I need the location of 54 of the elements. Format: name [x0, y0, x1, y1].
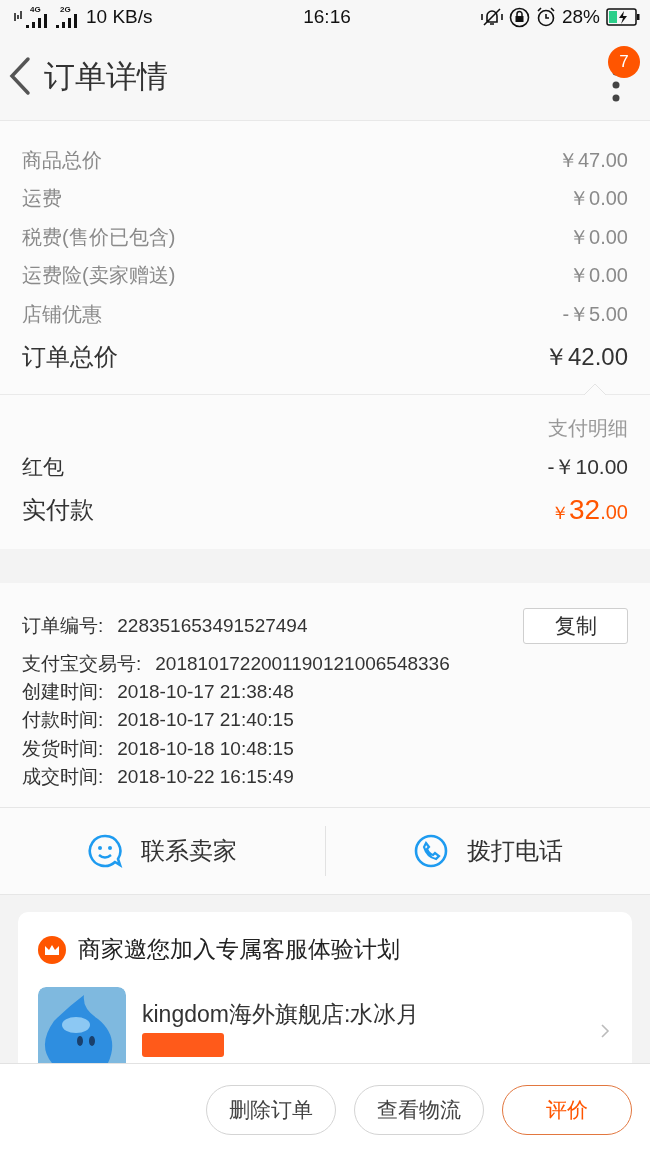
price-label: 税费(售价已包含) [22, 224, 176, 250]
network-label: 2G [60, 6, 71, 14]
price-label: 店铺优惠 [22, 301, 102, 327]
price-value: ￥42.00 [543, 341, 628, 372]
info-label: 发货时间: [22, 736, 104, 761]
battery-percent: 28% [562, 6, 600, 28]
info-label: 支付宝交易号: [22, 651, 142, 676]
paid-decimals: .00 [600, 500, 628, 524]
crown-icon [38, 935, 66, 964]
card-title: 商家邀您加入专属客服体验计划 [78, 935, 400, 965]
price-value: ￥0.00 [569, 186, 628, 212]
volte-icon [14, 11, 22, 23]
price-value: ￥0.00 [569, 224, 628, 250]
contact-button[interactable]: 联系卖家 [0, 808, 325, 895]
network-label: 4G [30, 6, 41, 14]
price-label: 订单总价 [22, 341, 118, 372]
clock: 16:16 [303, 6, 351, 27]
rotation-lock-icon [509, 6, 530, 28]
notification-badge: 7 [608, 46, 640, 78]
info-value: 228351653491527494 [117, 614, 309, 637]
copy-button[interactable]: 复制 [523, 607, 628, 644]
section-label: 支付明细 [548, 416, 628, 439]
info-label: 创建时间: [22, 680, 104, 705]
price-label: 运费险(卖家赠送) [22, 263, 176, 289]
currency-symbol: ￥ [551, 501, 570, 525]
info-value: 2018101722001190121006548336 [155, 652, 451, 675]
info-value: 2018-10-18 10:48:15 [117, 737, 295, 760]
info-value: 2018-10-17 21:38:48 [117, 681, 295, 704]
info-label: 成交时间: [22, 765, 104, 790]
shop-name: kingdom海外旗舰店:水冰月 [142, 1000, 420, 1030]
info-value: 2018-10-17 21:40:15 [117, 709, 295, 732]
action-button[interactable]: 删除订单 [206, 1084, 336, 1135]
page-title: 订单详情 [44, 58, 169, 96]
battery-icon [606, 8, 640, 26]
payment-value: -￥10.00 [547, 453, 628, 480]
phone-icon [412, 833, 449, 870]
chat-face-icon [87, 833, 124, 870]
price-label: 运费 [22, 186, 62, 212]
info-label: 付款时间: [22, 708, 104, 733]
paid-amount: 32 [569, 493, 601, 526]
network-speed: 10 KB/s [86, 6, 153, 28]
price-value: ￥0.00 [569, 263, 628, 289]
price-label: 商品总价 [22, 147, 102, 173]
info-label: 订单编号: [22, 613, 104, 638]
contact-button[interactable]: 拨打电话 [325, 808, 650, 895]
action-button[interactable]: 查看物流 [354, 1084, 484, 1135]
price-value: -￥5.00 [562, 301, 628, 327]
payment-label: 红包 [22, 453, 64, 480]
info-value: 2018-10-22 16:15:49 [117, 766, 295, 789]
alarm-icon [536, 7, 556, 27]
mute-bell-icon [481, 7, 503, 27]
paid-label: 实付款 [22, 494, 94, 525]
price-value: ￥47.00 [557, 147, 628, 173]
shop-avatar-icon [38, 987, 126, 1063]
